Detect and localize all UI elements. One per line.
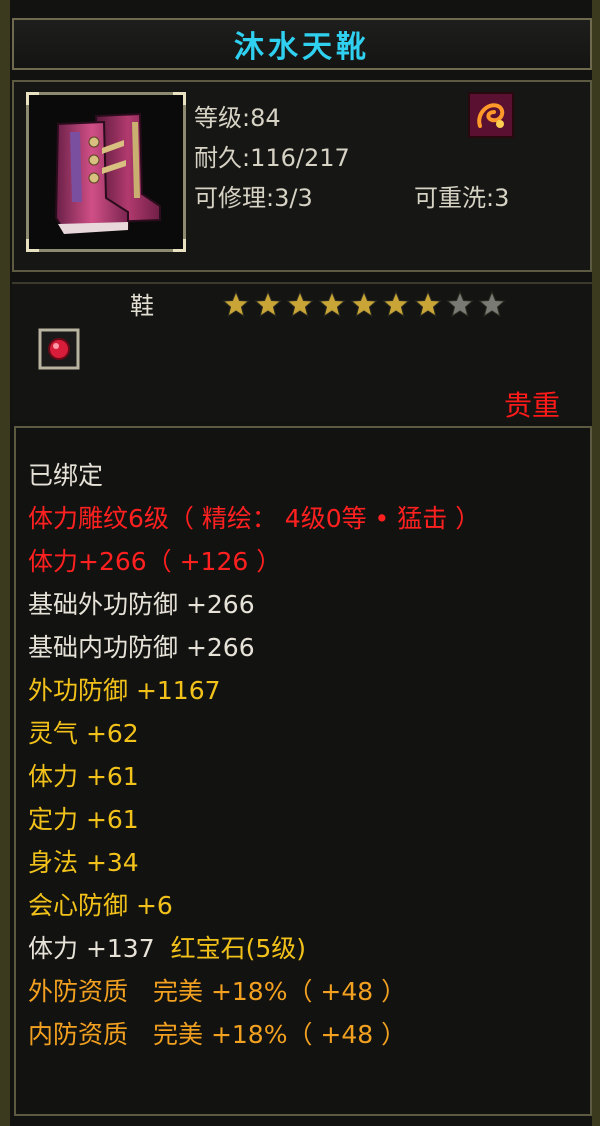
repair-text: 可修理:3/3 <box>194 184 313 212</box>
boots-icon <box>54 112 161 234</box>
property-text: 体力 +137 <box>28 934 155 963</box>
star-icon-filled <box>222 290 250 318</box>
property-line: 定力 +61 <box>28 800 139 836</box>
swirl-rune-icon[interactable] <box>468 92 514 138</box>
slot-corner <box>26 92 39 105</box>
red-gem-socket-icon[interactable] <box>38 328 80 370</box>
level-text: 等级:84 <box>194 104 281 132</box>
property-line: 体力+266（ +126 ） <box>28 542 281 578</box>
property-text: 基础外功防御 +266 <box>28 590 255 619</box>
property-line: 外防资质 完美 +18%（ +48 ） <box>28 972 406 1008</box>
star-icon-filled <box>414 290 442 318</box>
property-line: 身法 +34 <box>28 843 139 879</box>
property-text: 定力 +61 <box>28 805 139 834</box>
property-line: 会心防御 +6 <box>28 886 173 922</box>
property-line: 内防资质 完美 +18%（ +48 ） <box>28 1015 406 1051</box>
property-text: 会心防御 +6 <box>28 891 173 920</box>
property-line: 基础内功防御 +266 <box>28 628 255 664</box>
slot-corner <box>26 239 39 252</box>
property-text: 体力 +61 <box>28 762 139 791</box>
property-line: 体力 +61 <box>28 757 139 793</box>
star-icon-empty <box>446 290 474 318</box>
star-icon-filled <box>350 290 378 318</box>
property-line: 体力 +137 红宝石(5级) <box>28 929 306 965</box>
property-text: 外功防御 +1167 <box>28 676 221 705</box>
property-text: 身法 +34 <box>28 848 139 877</box>
star-icon-filled <box>254 290 282 318</box>
item-type-label: 鞋 <box>130 292 154 320</box>
slot-corner <box>173 92 186 105</box>
property-text: 内防资质 完美 +18%（ +48 ） <box>28 1020 407 1049</box>
star-icon-empty <box>478 290 506 318</box>
rewash-text: 可重洗:3 <box>414 184 510 212</box>
property-line: 灵气 +62 <box>28 714 139 750</box>
slot-corner <box>173 239 186 252</box>
star-icon-filled <box>286 290 314 318</box>
item-icon-slot[interactable] <box>26 92 186 252</box>
property-line: 体力雕纹6级（ 精绘： 4级0等 • 猛击 ） <box>28 499 480 535</box>
gem-bonus-text: 红宝石(5级) <box>170 934 307 963</box>
durability-text: 耐久:116/217 <box>194 144 350 172</box>
star-icon-filled <box>318 290 346 318</box>
star-icon-filled <box>382 290 410 318</box>
property-text: 体力+266（ +126 ） <box>28 547 282 576</box>
rarity-label: 贵重 <box>503 389 560 422</box>
item-name: 沐水天靴 <box>234 30 370 65</box>
star-rating <box>222 290 506 318</box>
property-text: 基础内功防御 +266 <box>28 633 255 662</box>
property-line: 外功防御 +1167 <box>28 671 221 707</box>
property-line: 基础外功防御 +266 <box>28 585 255 621</box>
property-text: 体力雕纹6级（ 精绘： 4级0等 • 猛击 ） <box>28 504 481 533</box>
title-bar: 沐水天靴 <box>12 18 592 70</box>
property-text: 灵气 +62 <box>28 719 139 748</box>
property-line: 已绑定 <box>28 456 103 492</box>
property-text: 外防资质 完美 +18%（ +48 ） <box>28 977 407 1006</box>
property-text: 已绑定 <box>28 461 104 490</box>
